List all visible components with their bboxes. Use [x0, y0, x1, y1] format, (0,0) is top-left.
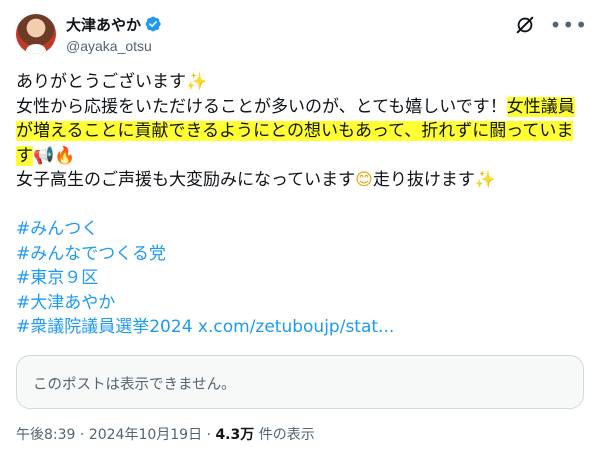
post-text-segment: 走り抜けます [372, 170, 475, 190]
sparkles-icon: ✨ [186, 72, 208, 92]
hashtag-link[interactable]: #衆議院議員選挙2024 [16, 317, 193, 337]
post-line: ありがとうございます✨ [16, 70, 584, 95]
highlighted-text: が増えることに貢献できるようにとの想いもあって、折れずに闘っていま [16, 121, 574, 141]
separator: · [75, 427, 89, 443]
grok-icon[interactable] [514, 14, 536, 36]
post-line: が増えることに貢献できるようにとの想いもあって、折れずに闘っていま [16, 119, 584, 144]
view-label: 件の表示 [254, 427, 315, 443]
post-line: 女子高生のご声援も大変励みになっています😊走り抜けます✨ [16, 168, 584, 193]
verified-badge-icon[interactable] [144, 15, 162, 33]
highlighted-text: 女性議員 [506, 96, 575, 117]
display-name[interactable]: 大津あやか [66, 14, 141, 35]
header-actions: ••• [514, 14, 588, 36]
url-link[interactable]: x.com/zetuboujp/stat... [198, 317, 394, 337]
hashtag-link[interactable]: #みんなでつくる党 [16, 244, 166, 264]
post-metadata: 午後8:39 · 2024年10月19日 · 4.3万 件の表示 [16, 424, 315, 444]
author-names: 大津あやか @ayaka_otsu [66, 13, 162, 54]
view-count[interactable]: 4.3万 [215, 427, 254, 443]
hashtag-link[interactable]: #みんつく [16, 219, 98, 239]
megaphone-icon: 📢 [33, 145, 55, 166]
handle[interactable]: @ayaka_otsu [66, 38, 162, 54]
post-line: す📢🔥 [16, 144, 584, 169]
post-date[interactable]: 2024年10月19日 [89, 427, 202, 443]
post-text-segment: ありがとうございます [16, 72, 186, 92]
post-text-segment: 女性から応援をいただけることが多いのが、とても嬉しいです！ [16, 96, 507, 117]
hashtag-link[interactable]: #東京９区 [16, 268, 98, 288]
hashtag-link[interactable]: #大津あやか [16, 293, 115, 313]
quote-unavailable-text: このポストは表示できません。 [33, 377, 236, 393]
display-name-row: 大津あやか [66, 13, 162, 35]
fire-icon: 🔥 [54, 145, 76, 166]
post-line: 女性から応援をいただけることが多いのが、とても嬉しいです！女性議員 [16, 95, 584, 120]
post-text-segment: 女子高生のご声援も大変励みになっています [16, 170, 356, 190]
post-header: 大津あやか @ayaka_otsu ••• [16, 12, 588, 60]
post-time[interactable]: 午後8:39 [16, 427, 75, 443]
quote-card[interactable]: このポストは表示できません。 [16, 355, 584, 409]
smiling-face-icon: 😊 [355, 170, 373, 190]
highlighted-text: す [16, 145, 33, 166]
avatar[interactable] [16, 14, 56, 54]
more-options-icon[interactable]: ••• [550, 15, 588, 35]
sparkles-icon: ✨ [474, 170, 497, 190]
post-text: ありがとうございます✨ 女性から応援をいただけることが多いのが、とても嬉しいです… [16, 70, 584, 340]
separator: · [202, 427, 216, 443]
